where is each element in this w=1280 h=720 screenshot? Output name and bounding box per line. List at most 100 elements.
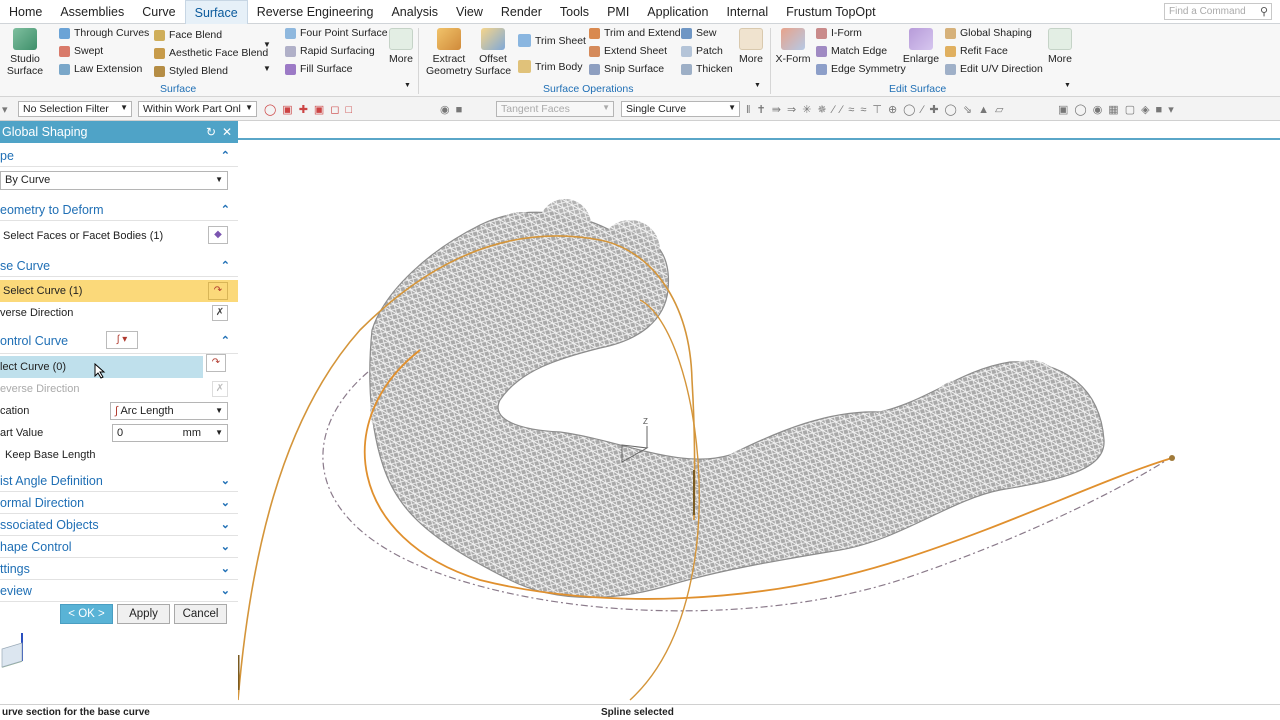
apply-button[interactable]: Apply <box>117 604 170 624</box>
selection-mode-icons[interactable]: ◉■ <box>440 103 468 116</box>
refit-face-button[interactable]: Refit Face <box>945 45 1008 57</box>
base-select-curve-row[interactable]: Select Curve (1) ↷ <box>0 280 238 302</box>
search-icon[interactable]: ⚲ <box>1260 5 1268 18</box>
reverse-direction-icon[interactable]: ✗ <box>212 305 228 321</box>
patch-button[interactable]: Patch <box>681 45 723 57</box>
more-operations-button[interactable]: More <box>736 28 766 65</box>
swept-button[interactable]: Swept <box>59 45 103 57</box>
menu-curve[interactable]: Curve <box>133 0 184 24</box>
curve-snap-icons[interactable]: ‖✝⇛⇒✳✵∕∕≈≈⊤⊕◯∕✚◯⇘▲▱ <box>746 103 1009 116</box>
select-faces-row[interactable]: Select Faces or Facet Bodies (1) ◆ <box>0 221 238 251</box>
more-surface-button[interactable]: More <box>386 28 416 65</box>
trim-body-icon <box>518 60 531 73</box>
viewport-canvas[interactable]: Z <box>238 121 1280 704</box>
blend-dropdown-arrow-icon[interactable]: ▼ <box>263 40 271 49</box>
snip-surface-button[interactable]: Snip Surface <box>589 63 664 75</box>
law-extension-button[interactable]: Law Extension <box>59 63 142 75</box>
trim-body-button[interactable]: Trim Body <box>518 60 582 73</box>
cancel-button[interactable]: Cancel <box>174 604 227 624</box>
law-extension-label: Law Extension <box>74 63 143 75</box>
close-icon[interactable]: ✕ <box>222 121 232 143</box>
edit-group-expand-icon[interactable]: ▼ <box>1064 82 1071 89</box>
view-tools-icons[interactable]: ▣◯◉▦▢◈■▾ <box>1058 103 1180 116</box>
location-dropdown[interactable]: ∫ Arc Length ▼ <box>110 402 228 420</box>
section-geometry-to-deform[interactable]: eometry to Deform ⌃ <box>0 199 238 221</box>
select-faces-label: Select Faces or Facet Bodies (1) <box>3 230 164 242</box>
edge-symmetry-button[interactable]: Edge Symmetry <box>816 63 906 75</box>
more-edit-surface-button[interactable]: More <box>1045 28 1075 65</box>
section-settings[interactable]: ttings ⌄ <box>0 558 238 580</box>
section-preview[interactable]: eview ⌄ <box>0 580 238 602</box>
menu-application[interactable]: Application <box>638 0 717 24</box>
graphics-viewport[interactable]: Z <box>238 121 1280 704</box>
scope-dropdown[interactable]: Within Work Part Onl ▼ <box>138 101 257 117</box>
face-select-icon[interactable]: ◆ <box>208 226 228 244</box>
chevron-down-icon: ⌄ <box>220 519 230 531</box>
trim-sheet-button[interactable]: Trim Sheet <box>518 34 586 47</box>
section-normal-direction[interactable]: ormal Direction ⌄ <box>0 492 238 514</box>
section-type[interactable]: pe ⌃ <box>0 145 238 167</box>
curve-type-dropdown-icon[interactable]: ∫ ▾ <box>106 331 138 349</box>
toolbar-menu-icon[interactable]: ▾ <box>2 103 14 116</box>
extract-geometry-button[interactable]: Extract Geometry <box>426 28 472 77</box>
start-value-input[interactable]: 0 mm ▼ <box>112 424 228 442</box>
selection-filter-dropdown[interactable]: No Selection Filter ▼ <box>18 101 132 117</box>
rapid-surfacing-button[interactable]: Rapid Surfacing <box>285 45 375 57</box>
section-control-curve[interactable]: ontrol Curve ∫ ▾ ⌃ <box>0 328 238 354</box>
type-dropdown[interactable]: By Curve ▼ <box>0 171 228 190</box>
face-rule-dropdown[interactable]: Tangent Faces ▼ <box>496 101 614 117</box>
through-curves-button[interactable]: Through Curves <box>59 27 149 39</box>
match-edge-button[interactable]: Match Edge <box>816 45 887 57</box>
offset-surface-button[interactable]: Offset Surface <box>474 28 512 77</box>
menu-reverse-engineering[interactable]: Reverse Engineering <box>248 0 383 24</box>
menu-analysis[interactable]: Analysis <box>382 0 447 24</box>
menu-render[interactable]: Render <box>492 0 551 24</box>
menu-view[interactable]: View <box>447 0 492 24</box>
section-associated-objects[interactable]: ssociated Objects ⌄ <box>0 514 238 536</box>
match-edge-icon <box>816 45 827 57</box>
trim-sheet-label: Trim Sheet <box>535 34 586 47</box>
curve-rule-dropdown[interactable]: Single Curve ▼ <box>621 101 740 117</box>
surface-group-expand-icon[interactable]: ▼ <box>404 82 411 89</box>
extend-sheet-button[interactable]: Extend Sheet <box>589 45 667 57</box>
swept-icon <box>59 45 70 57</box>
menu-home[interactable]: Home <box>0 0 51 24</box>
menu-assemblies[interactable]: Assemblies <box>51 0 133 24</box>
keep-base-length-row[interactable]: Keep Base Length <box>0 444 238 466</box>
styled-blend-button[interactable]: Styled Blend <box>154 65 228 77</box>
thicken-button[interactable]: Thicken <box>681 63 733 75</box>
edit-uv-direction-button[interactable]: Edit U/V Direction <box>945 63 1043 75</box>
face-blend-button[interactable]: Face Blend <box>154 29 222 41</box>
curve-endpoint-handle[interactable] <box>1169 455 1175 461</box>
edit-uv-direction-label: Edit U/V Direction <box>960 63 1043 75</box>
curve-select-icon[interactable]: ↷ <box>208 282 228 300</box>
location-row: cation ∫ Arc Length ▼ <box>0 400 238 422</box>
ok-button[interactable]: < OK > <box>60 604 113 624</box>
section-shape-control[interactable]: hape Control ⌄ <box>0 536 238 558</box>
control-reverse-direction-row: everse Direction ✗ <box>0 378 238 400</box>
section-base-curve[interactable]: se Curve ⌃ <box>0 255 238 277</box>
sew-button[interactable]: Sew <box>681 27 716 39</box>
curve-select-icon[interactable]: ↷ <box>206 354 226 372</box>
operations-group-expand-icon[interactable]: ▼ <box>754 82 761 89</box>
snap-tools-icons[interactable]: ◯▣✚▣◻□ <box>264 103 358 116</box>
aesthetic-face-blend-button[interactable]: Aesthetic Face Blend <box>154 47 268 59</box>
x-form-button[interactable]: X-Form <box>775 28 811 65</box>
i-form-button[interactable]: I-Form <box>816 27 862 39</box>
aligner-mesh-model[interactable] <box>369 199 1105 599</box>
four-point-surface-button[interactable]: Four Point Surface <box>285 27 388 39</box>
blend-more-arrow-icon[interactable]: ▼ <box>263 64 271 73</box>
fill-surface-button[interactable]: Fill Surface <box>285 63 353 75</box>
enlarge-button[interactable]: Enlarge <box>902 28 940 65</box>
menu-tools[interactable]: Tools <box>551 0 598 24</box>
reset-icon[interactable]: ↻ <box>206 121 216 143</box>
menu-internal[interactable]: Internal <box>717 0 777 24</box>
global-shaping-button[interactable]: Global Shaping <box>945 27 1032 39</box>
studio-surface-button[interactable]: Studio Surface <box>6 28 44 77</box>
trim-and-extend-button[interactable]: Trim and Extend <box>589 27 681 39</box>
menu-pmi[interactable]: PMI <box>598 0 638 24</box>
menu-frustum-topopt[interactable]: Frustum TopOpt <box>777 0 884 24</box>
section-twist-angle[interactable]: ist Angle Definition ⌄ <box>0 470 238 492</box>
menu-surface[interactable]: Surface <box>184 0 248 24</box>
command-search-input[interactable]: Find a Command ⚲ <box>1164 3 1272 20</box>
